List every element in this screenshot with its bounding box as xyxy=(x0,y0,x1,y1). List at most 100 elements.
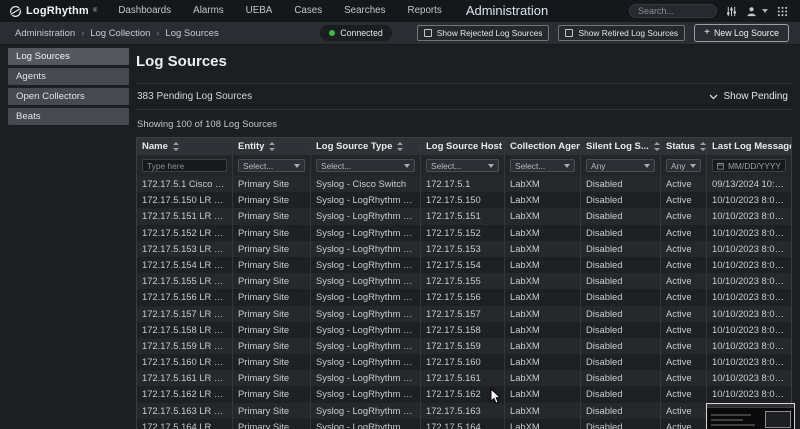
last-log-message-date-filter[interactable]: MM/DD/YYYY xyxy=(712,159,786,172)
cell-silent-log-source: Disabled xyxy=(581,354,661,370)
cell-collection-agent: LabXM xyxy=(505,273,581,289)
table-row[interactable]: 172.17.5.151 LR Sysl... Primary Site Sys… xyxy=(137,208,791,224)
preview-line xyxy=(711,414,751,416)
status-filter-select[interactable]: Any xyxy=(666,159,701,172)
column-header-status[interactable]: Status xyxy=(661,138,707,155)
column-header-silent-log-source[interactable]: Silent Log S... xyxy=(581,138,661,155)
table-row[interactable]: 172.17.5.159 LR Sysl... Primary Site Sys… xyxy=(137,338,791,354)
cell-last-log-message: 10/10/2023 8:03 am xyxy=(707,257,791,273)
calendar-icon xyxy=(717,161,724,171)
cell-collection-agent: LabXM xyxy=(505,322,581,338)
table-row[interactable]: 172.17.5.164 LR Sysl... Primary Site Sys… xyxy=(137,419,791,429)
nav-alarms[interactable]: Alarms xyxy=(182,0,234,22)
cell-status: Active xyxy=(661,192,707,208)
cell-name: 172.17.5.151 LR Sysl... xyxy=(137,208,233,224)
nav-ueba[interactable]: UEBA xyxy=(235,0,284,22)
caret-down-icon xyxy=(404,164,410,168)
table-row[interactable]: 172.17.5.156 LR Sysl... Primary Site Sys… xyxy=(137,289,791,305)
cell-name: 172.17.5.152 LR Sysl... xyxy=(137,225,233,241)
column-header-name[interactable]: Name xyxy=(137,138,233,155)
cell-entity: Primary Site xyxy=(233,241,311,257)
table-row[interactable]: 172.17.5.154 LR Sysl... Primary Site Sys… xyxy=(137,257,791,273)
sliders-icon[interactable] xyxy=(726,6,737,17)
column-header-last-log-message[interactable]: Last Log Message xyxy=(707,138,791,155)
sidebar-item-open-collectors[interactable]: Open Collectors xyxy=(8,88,129,105)
show-rejected-checkbox[interactable]: Show Rejected Log Sources xyxy=(417,25,550,41)
cell-log-source-type: Syslog - LogRhythm Syslog Ge... xyxy=(311,208,421,224)
breadcrumb-log-collection[interactable]: Log Collection xyxy=(90,28,150,39)
column-header-entity[interactable]: Entity xyxy=(233,138,311,155)
cell-log-source-host: 172.17.5.159 xyxy=(421,338,505,354)
sort-icon xyxy=(654,142,660,151)
show-pending-toggle[interactable]: Show Pending xyxy=(709,91,789,102)
breadcrumb-log-sources[interactable]: Log Sources xyxy=(165,28,218,39)
cell-silent-log-source: Disabled xyxy=(581,225,661,241)
table-row[interactable]: 172.17.5.163 LR Sysl... Primary Site Sys… xyxy=(137,403,791,419)
nav-dashboards[interactable]: Dashboards xyxy=(107,0,182,22)
table-row[interactable]: 172.17.5.160 LR Sysl... Primary Site Sys… xyxy=(137,354,791,370)
cell-status: Active xyxy=(661,289,707,305)
sidebar-item-agents[interactable]: Agents xyxy=(8,68,129,85)
connected-dot-icon xyxy=(329,30,335,36)
new-log-source-button[interactable]: + New Log Source xyxy=(694,24,789,42)
table-row[interactable]: 172.17.5.155 LR Sysl... Primary Site Sys… xyxy=(137,273,791,289)
cell-name: 172.17.5.1 Cisco Swit... xyxy=(137,176,233,192)
sidebar-item-log-sources[interactable]: Log Sources xyxy=(8,48,129,65)
cell-name: 172.17.5.159 LR Sysl... xyxy=(137,338,233,354)
screen-preview-thumbnail[interactable] xyxy=(706,403,795,429)
column-header-log-source-type[interactable]: Log Source Type xyxy=(311,138,421,155)
chevron-down-icon xyxy=(709,94,718,100)
cell-collection-agent: LabXM xyxy=(505,370,581,386)
cell-log-source-host: 172.17.5.154 xyxy=(421,257,505,273)
cell-log-source-host: 172.17.5.163 xyxy=(421,403,505,419)
table-row[interactable]: 172.17.5.157 LR Sysl... Primary Site Sys… xyxy=(137,306,791,322)
cell-name: 172.17.5.154 LR Sysl... xyxy=(137,257,233,273)
user-menu-icon[interactable] xyxy=(746,6,768,17)
cell-silent-log-source: Disabled xyxy=(581,370,661,386)
collection-agent-filter-select[interactable]: Select... xyxy=(510,159,575,172)
cell-log-source-host: 172.17.5.162 xyxy=(421,386,505,402)
column-header-collection-agent[interactable]: Collection Agent xyxy=(505,138,581,155)
table-row[interactable]: 172.17.5.162 LR Sysl... Primary Site Sys… xyxy=(137,386,791,402)
entity-filter-select[interactable]: Select... xyxy=(238,159,305,172)
cell-last-log-message: 10/10/2023 8:03 am xyxy=(707,192,791,208)
breadcrumb-administration[interactable]: Administration xyxy=(15,28,75,39)
silent-log-source-filter-select[interactable]: Any xyxy=(586,159,655,172)
sort-icon xyxy=(173,142,179,151)
cell-name: 172.17.5.155 LR Sysl... xyxy=(137,273,233,289)
table-row[interactable]: 172.17.5.158 LR Sysl... Primary Site Sys… xyxy=(137,322,791,338)
top-navigation: LogRhythm® Dashboards Alarms UEBA Cases … xyxy=(0,0,800,22)
cell-status: Active xyxy=(661,273,707,289)
nav-reports[interactable]: Reports xyxy=(397,0,453,22)
cell-status: Active xyxy=(661,419,707,429)
nav-cases[interactable]: Cases xyxy=(283,0,333,22)
sidebar-item-beats[interactable]: Beats xyxy=(8,108,129,125)
sub-header-bar: Administration › Log Collection › Log So… xyxy=(0,22,800,45)
table-row[interactable]: 172.17.5.152 LR Sysl... Primary Site Sys… xyxy=(137,225,791,241)
table-row[interactable]: 172.17.5.1 Cisco Swit... Primary Site Sy… xyxy=(137,176,791,192)
cell-collection-agent: LabXM xyxy=(505,241,581,257)
cell-entity: Primary Site xyxy=(233,338,311,354)
logrhythm-logo[interactable]: LogRhythm® xyxy=(0,5,107,18)
table-row[interactable]: 172.17.5.150 LR Sysl... Primary Site Sys… xyxy=(137,192,791,208)
name-filter-input[interactable] xyxy=(142,159,227,172)
table-row[interactable]: 172.17.5.161 LR Sysl... Primary Site Sys… xyxy=(137,370,791,386)
nav-administration-active[interactable]: Administration xyxy=(453,0,561,22)
cell-log-source-type: Syslog - LogRhythm Syslog Ge... xyxy=(311,225,421,241)
cell-log-source-host: 172.17.5.153 xyxy=(421,241,505,257)
cell-name: 172.17.5.157 LR Sysl... xyxy=(137,306,233,322)
nav-searches[interactable]: Searches xyxy=(333,0,396,22)
cell-last-log-message: 10/10/2023 8:03 am xyxy=(707,208,791,224)
cell-silent-log-source: Disabled xyxy=(581,419,661,429)
search-input[interactable] xyxy=(629,4,717,18)
table-row[interactable]: 172.17.5.153 LR Sysl... Primary Site Sys… xyxy=(137,241,791,257)
app-grid-icon[interactable] xyxy=(777,6,788,17)
column-header-log-source-host[interactable]: Log Source Host xyxy=(421,138,505,155)
caret-down-icon xyxy=(294,164,300,168)
user-menu-caret-icon xyxy=(762,9,768,13)
cell-last-log-message: 10/10/2023 8:02 am xyxy=(707,241,791,257)
log-source-host-filter-select[interactable]: Select... xyxy=(426,159,499,172)
show-retired-checkbox[interactable]: Show Retired Log Sources xyxy=(558,25,685,41)
log-source-type-filter-select[interactable]: Select... xyxy=(316,159,415,172)
cell-log-source-host: 172.17.5.164 xyxy=(421,419,505,429)
